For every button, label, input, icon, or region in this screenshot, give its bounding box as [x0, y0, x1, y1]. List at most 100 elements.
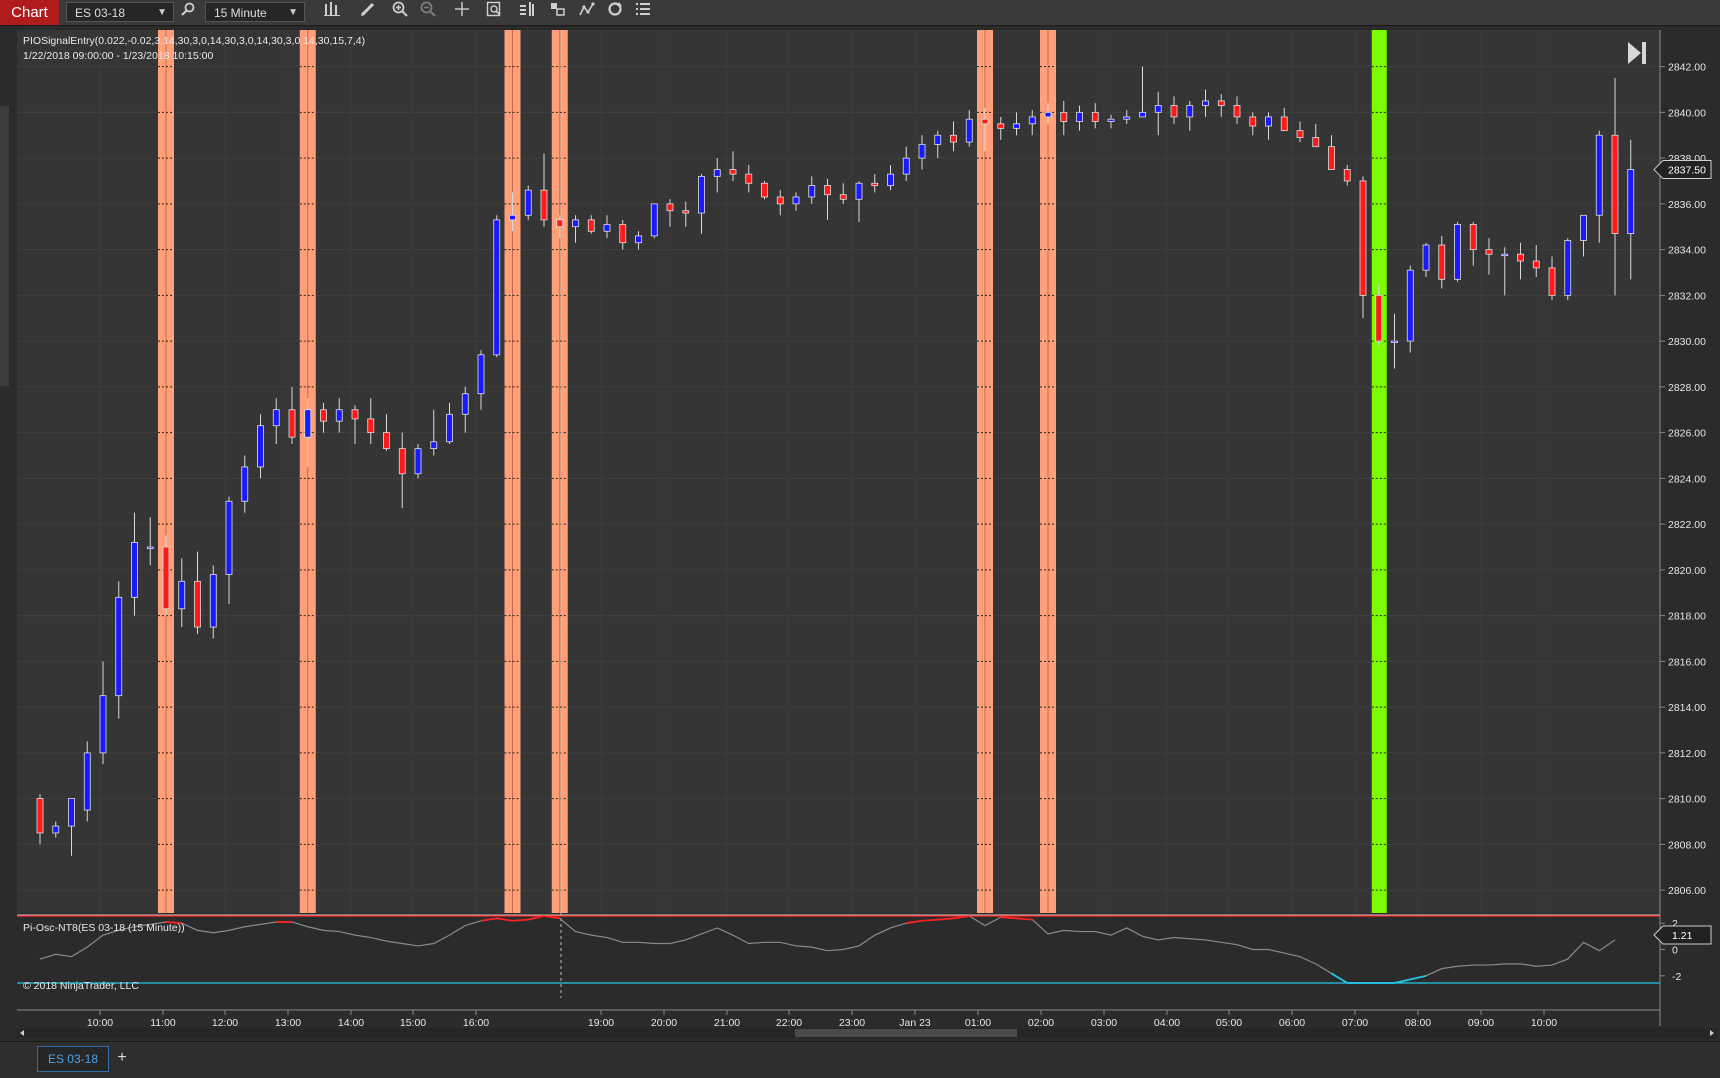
- osc-tick-label: -2: [1672, 971, 1681, 983]
- candle-up: [1154, 105, 1162, 113]
- price-tick-label: 2814.00: [1668, 702, 1706, 714]
- candle-down: [1359, 180, 1367, 296]
- candle-up: [335, 409, 343, 422]
- price-chart[interactable]: 2806.00 2808.00 2810.00 2812.00 2814.00 2816.…: [0, 26, 1720, 1041]
- candle-up: [68, 798, 75, 827]
- price-tick-label: 2816.00: [1668, 656, 1706, 668]
- candle-up: [461, 393, 469, 415]
- candle-down: [162, 546, 170, 610]
- candle-down: [1343, 169, 1351, 182]
- candle-down: [682, 210, 690, 214]
- candle-down: [981, 118, 989, 125]
- candle-up: [603, 224, 611, 232]
- time-tick-label: 14:00: [338, 1017, 364, 1029]
- add-tab-button[interactable]: +: [113, 1046, 131, 1070]
- time-tick-label: 05:00: [1216, 1017, 1242, 1029]
- price-tick-label: 2808.00: [1668, 839, 1706, 851]
- price-tick-label: 2834.00: [1668, 245, 1706, 257]
- candle-down: [1485, 249, 1493, 255]
- candle-up: [524, 189, 532, 216]
- candle-down: [1517, 253, 1524, 262]
- time-tick-label: 16:00: [463, 1017, 489, 1029]
- candle-up: [887, 173, 894, 186]
- candle-up: [446, 413, 453, 443]
- osc-tick-label: 0: [1672, 945, 1678, 957]
- candle-down: [1375, 294, 1383, 342]
- candle-up: [918, 143, 926, 159]
- candle-up: [1013, 123, 1020, 129]
- chart-tab-bar: ES 03-18 +: [0, 1041, 1720, 1078]
- candle-up: [304, 409, 312, 438]
- left-scroll-handle[interactable]: [0, 106, 9, 386]
- bar-type-icon[interactable]: [320, 0, 344, 25]
- instrument-selector[interactable]: ES 03-18 ▼: [66, 2, 174, 22]
- candle-up: [1202, 100, 1209, 106]
- price-tick-label: 2812.00: [1668, 748, 1706, 760]
- candle-up: [99, 695, 107, 754]
- candle-up: [1123, 116, 1131, 120]
- draw-pencil-icon[interactable]: [356, 0, 380, 25]
- indicators-icon[interactable]: [546, 0, 570, 25]
- candle-up: [1076, 111, 1083, 122]
- tab-es-03-18[interactable]: ES 03-18: [37, 1046, 109, 1072]
- candle-up: [698, 176, 705, 214]
- chart-menu-button[interactable]: Chart: [0, 0, 59, 25]
- chevron-down-icon: ▼: [288, 7, 298, 18]
- strategies-icon[interactable]: [575, 0, 599, 25]
- oscillator-high-segment: [1016, 917, 1033, 921]
- search-icon[interactable]: [176, 0, 200, 25]
- oscillator-label: Pi-Osc-NT8(ES 03-18 (15 Minute)): [23, 922, 185, 934]
- price-tick-label: 2806.00: [1668, 885, 1706, 897]
- properties-icon[interactable]: [631, 0, 655, 25]
- candle-up: [1028, 116, 1036, 125]
- candle-down: [1249, 116, 1257, 127]
- candle-down: [398, 448, 406, 475]
- price-tick-label: 2836.00: [1668, 199, 1706, 211]
- candle-up: [1564, 240, 1572, 296]
- candle-up: [477, 354, 485, 395]
- data-box-icon[interactable]: [482, 0, 506, 25]
- price-tick-label: 2822.00: [1668, 519, 1706, 531]
- candle-up: [225, 500, 233, 575]
- time-tick-label: 07:00: [1342, 1017, 1368, 1029]
- horizontal-scroll-thumb[interactable]: [795, 1029, 1017, 1037]
- chart-trader-icon[interactable]: [515, 0, 539, 25]
- price-tick-label: 2840.00: [1668, 107, 1706, 119]
- time-tick-label: 03:00: [1091, 1017, 1117, 1029]
- candle-up: [808, 185, 816, 198]
- candle-up: [509, 214, 516, 221]
- current-price-marker: 2837.50: [1653, 160, 1712, 180]
- candle-up: [713, 169, 721, 177]
- candle-up: [1391, 340, 1398, 344]
- zoom-out-icon[interactable]: [416, 0, 440, 25]
- candle-down: [1532, 260, 1540, 269]
- candle-down: [1217, 100, 1225, 106]
- time-tick-label: 08:00: [1405, 1017, 1431, 1029]
- candle-up: [1627, 169, 1635, 234]
- candle-up: [650, 203, 658, 237]
- candle-up: [635, 235, 642, 244]
- candle-down: [194, 580, 201, 628]
- crosshair-icon[interactable]: [450, 0, 474, 25]
- candle-down: [1091, 111, 1099, 122]
- time-tick-label: 04:00: [1154, 1017, 1180, 1029]
- candle-up: [178, 580, 186, 610]
- time-tick-label: 19:00: [588, 1017, 614, 1029]
- time-tick-label: 13:00: [275, 1017, 301, 1029]
- interval-selector[interactable]: 15 Minute ▼: [205, 2, 305, 22]
- candle-down: [1296, 130, 1304, 138]
- time-tick-label: 21:00: [714, 1017, 740, 1029]
- time-tick-label: 22:00: [776, 1017, 802, 1029]
- zoom-in-icon[interactable]: [388, 0, 412, 25]
- candle-down: [776, 196, 784, 205]
- candle-down: [1611, 134, 1619, 234]
- time-tick-label: 15:00: [400, 1017, 426, 1029]
- reload-icon[interactable]: [603, 0, 627, 25]
- candle-up: [965, 118, 973, 143]
- candle-up: [572, 219, 579, 228]
- oscillator-value-label: 1.21: [1672, 930, 1693, 942]
- candle-down: [540, 189, 548, 221]
- candle-up: [1406, 269, 1414, 342]
- candle-down: [729, 169, 737, 175]
- oscillator-high-segment: [921, 918, 938, 922]
